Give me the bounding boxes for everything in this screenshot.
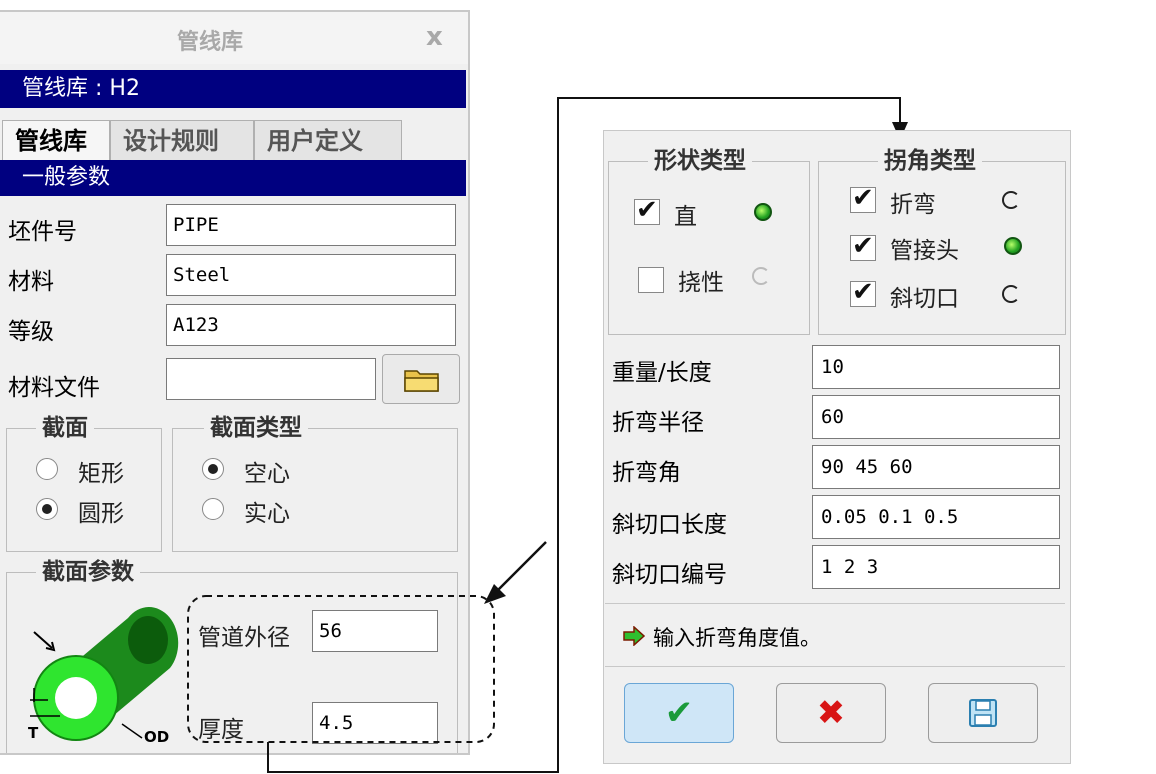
status-light-straight[interactable] xyxy=(754,203,772,221)
checkbox-label-straight: 直 xyxy=(674,204,697,230)
checkbox-bend[interactable]: ✔ xyxy=(850,185,876,213)
corner-type-title: 拐角类型 xyxy=(878,147,982,175)
checkbox-label-flexible: 挠性 xyxy=(678,270,724,296)
status-light-flexible[interactable] xyxy=(752,267,770,285)
weight-length-input[interactable]: 10 xyxy=(812,345,1060,389)
bend-angle-input[interactable]: 90 45 60 xyxy=(812,445,1060,489)
miter-number-input[interactable]: 1 2 3 xyxy=(812,545,1060,589)
field-label-miter-number: 斜切口编号 xyxy=(612,562,727,588)
field-label-bend-angle: 折弯角 xyxy=(612,460,681,486)
field-label-miter-length: 斜切口长度 xyxy=(612,512,727,538)
save-button[interactable] xyxy=(928,683,1038,743)
bend-radius-input[interactable]: 60 xyxy=(812,395,1060,439)
pipe-rules-panel: 形状类型 ✔ 直 挠性 拐角类型 ✔ 折弯 ✔ 管接头 ✔ 斜切口 重量/长度 … xyxy=(603,130,1071,764)
shape-type-group xyxy=(608,161,810,335)
dashed-highlight-box xyxy=(187,595,495,743)
miter-length-input[interactable]: 0.05 0.1 0.5 xyxy=(812,495,1060,539)
status-light-bend[interactable] xyxy=(1002,191,1020,209)
ok-button[interactable]: ✔ xyxy=(624,683,734,743)
status-light-miter[interactable] xyxy=(1002,285,1020,303)
save-icon xyxy=(969,699,997,727)
field-label-weight-length: 重量/长度 xyxy=(612,360,712,386)
field-label-bend-radius: 折弯半径 xyxy=(612,410,704,436)
checkbox-straight[interactable]: ✔ xyxy=(634,197,660,225)
prompt-text: 输入折弯角度值。 xyxy=(653,626,821,650)
shape-type-title: 形状类型 xyxy=(648,147,752,175)
cancel-button[interactable]: ✖ xyxy=(776,683,886,743)
checkbox-label-miter: 斜切口 xyxy=(890,286,959,312)
prompt-bar: 输入折弯角度值。 xyxy=(605,603,1065,667)
checkbox-miter[interactable]: ✔ xyxy=(850,279,876,307)
checkbox-flexible[interactable] xyxy=(638,267,664,293)
arrow-right-icon xyxy=(623,626,645,646)
checkbox-label-fitting: 管接头 xyxy=(890,238,959,264)
status-light-fitting[interactable] xyxy=(1004,237,1022,255)
checkbox-fitting[interactable]: ✔ xyxy=(850,233,876,261)
checkbox-label-bend: 折弯 xyxy=(890,192,936,218)
